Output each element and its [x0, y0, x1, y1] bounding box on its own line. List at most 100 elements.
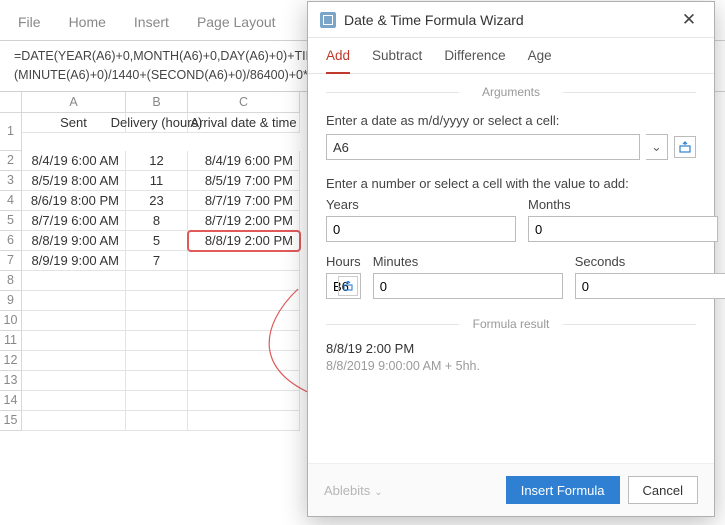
table-cell[interactable]: [188, 251, 300, 271]
label-seconds: Seconds: [575, 254, 725, 269]
formula-result-detail: 8/8/2019 9:00:00 AM + 5hh.: [326, 359, 696, 373]
ribbon-tab-file[interactable]: File: [18, 14, 41, 30]
table-cell[interactable]: [22, 331, 126, 351]
table-cell[interactable]: [188, 291, 300, 311]
row-header[interactable]: 1: [0, 113, 22, 151]
table-cell[interactable]: 11: [126, 171, 188, 191]
dialog-footer: Ablebits⌄ Insert Formula Cancel: [308, 463, 714, 516]
label-months: Months: [528, 197, 718, 212]
table-cell[interactable]: [188, 411, 300, 431]
table-cell[interactable]: 8/5/19 7:00 PM: [188, 171, 300, 191]
table-cell[interactable]: [22, 311, 126, 331]
table-cell[interactable]: 8/4/19 6:00 PM: [188, 151, 300, 171]
table-cell[interactable]: [22, 351, 126, 371]
table-cell[interactable]: 8/5/19 8:00 AM: [22, 171, 126, 191]
table-cell[interactable]: [22, 271, 126, 291]
table-cell[interactable]: [126, 391, 188, 411]
dialog-title: Date & Time Formula Wizard: [344, 12, 524, 28]
col-header-a[interactable]: A: [22, 92, 126, 113]
row-header[interactable]: 2: [0, 151, 22, 171]
close-icon[interactable]: ✕: [676, 7, 702, 33]
section-result: Formula result: [326, 317, 696, 331]
tab-subtract[interactable]: Subtract: [372, 48, 422, 73]
header-delivery[interactable]: Delivery (hours): [126, 113, 188, 133]
col-header-c[interactable]: C: [188, 92, 300, 113]
ribbon-tab-home[interactable]: Home: [69, 14, 106, 30]
table-cell[interactable]: [22, 291, 126, 311]
table-cell[interactable]: 12: [126, 151, 188, 171]
table-cell[interactable]: [126, 311, 188, 331]
header-arrival[interactable]: Arrival date & time: [188, 113, 300, 133]
seconds-input[interactable]: [575, 273, 725, 299]
col-header-b[interactable]: B: [126, 92, 188, 113]
label-hours: Hours: [326, 254, 361, 269]
row-header[interactable]: 4: [0, 191, 22, 211]
cancel-button[interactable]: Cancel: [628, 476, 698, 504]
row-header[interactable]: 14: [0, 391, 22, 411]
table-cell[interactable]: [188, 331, 300, 351]
table-cell[interactable]: 8/7/19 6:00 AM: [22, 211, 126, 231]
table-cell[interactable]: [22, 411, 126, 431]
row-header[interactable]: 15: [0, 411, 22, 431]
row-header[interactable]: 11: [0, 331, 22, 351]
row-header[interactable]: 5: [0, 211, 22, 231]
formula-result: 8/8/19 2:00 PM: [326, 341, 696, 356]
dialog-titlebar: Date & Time Formula Wizard ✕: [308, 2, 714, 38]
section-arguments: Arguments: [326, 85, 696, 99]
row-header[interactable]: 8: [0, 271, 22, 291]
row-header[interactable]: 6: [0, 231, 22, 251]
minutes-input[interactable]: [373, 273, 563, 299]
years-input[interactable]: [326, 216, 516, 242]
table-cell[interactable]: 8/9/19 9:00 AM: [22, 251, 126, 271]
table-cell[interactable]: 7: [126, 251, 188, 271]
table-cell[interactable]: [126, 371, 188, 391]
table-cell[interactable]: [188, 371, 300, 391]
table-cell[interactable]: 8/8/19 9:00 AM: [22, 231, 126, 251]
tab-age[interactable]: Age: [528, 48, 552, 73]
table-cell[interactable]: [188, 271, 300, 291]
table-cell[interactable]: [188, 311, 300, 331]
months-input[interactable]: [528, 216, 718, 242]
range-select-icon[interactable]: [338, 276, 358, 296]
table-cell[interactable]: [126, 351, 188, 371]
table-cell[interactable]: [126, 331, 188, 351]
table-cell[interactable]: 23: [126, 191, 188, 211]
row-header[interactable]: 9: [0, 291, 22, 311]
brand-label[interactable]: Ablebits⌄: [324, 483, 383, 498]
date-time-wizard-dialog: Date & Time Formula Wizard ✕ Add Subtrac…: [307, 1, 715, 517]
tab-add[interactable]: Add: [326, 48, 350, 74]
label-date-entry: Enter a date as m/d/yyyy or select a cel…: [326, 113, 696, 128]
row-header[interactable]: 3: [0, 171, 22, 191]
table-cell[interactable]: 8/8/19 2:00 PM: [188, 231, 300, 251]
table-cell[interactable]: 8: [126, 211, 188, 231]
table-cell[interactable]: [188, 351, 300, 371]
wizard-icon: [320, 12, 336, 28]
table-cell[interactable]: [22, 371, 126, 391]
table-cell[interactable]: [188, 391, 300, 411]
label-number-entry: Enter a number or select a cell with the…: [326, 176, 696, 191]
table-cell[interactable]: [126, 291, 188, 311]
row-header[interactable]: 7: [0, 251, 22, 271]
row-header[interactable]: 13: [0, 371, 22, 391]
row-header[interactable]: 12: [0, 351, 22, 371]
table-cell[interactable]: 8/6/19 8:00 PM: [22, 191, 126, 211]
table-cell[interactable]: 8/4/19 6:00 AM: [22, 151, 126, 171]
ribbon-tab-insert[interactable]: Insert: [134, 14, 169, 30]
table-cell[interactable]: [126, 411, 188, 431]
range-select-icon[interactable]: [674, 136, 696, 158]
table-cell[interactable]: 8/7/19 7:00 PM: [188, 191, 300, 211]
table-cell[interactable]: [126, 271, 188, 291]
table-cell[interactable]: 8/7/19 2:00 PM: [188, 211, 300, 231]
dialog-tabs: Add Subtract Difference Age: [308, 38, 714, 74]
grid-corner[interactable]: [0, 92, 22, 113]
chevron-down-icon[interactable]: ⌄: [646, 134, 668, 160]
tab-difference[interactable]: Difference: [444, 48, 505, 73]
ribbon-tab-pagelayout[interactable]: Page Layout: [197, 14, 276, 30]
label-years: Years: [326, 197, 516, 212]
insert-formula-button[interactable]: Insert Formula: [506, 476, 620, 504]
row-header[interactable]: 10: [0, 311, 22, 331]
label-minutes: Minutes: [373, 254, 563, 269]
date-input[interactable]: [326, 134, 640, 160]
table-cell[interactable]: 5: [126, 231, 188, 251]
table-cell[interactable]: [22, 391, 126, 411]
